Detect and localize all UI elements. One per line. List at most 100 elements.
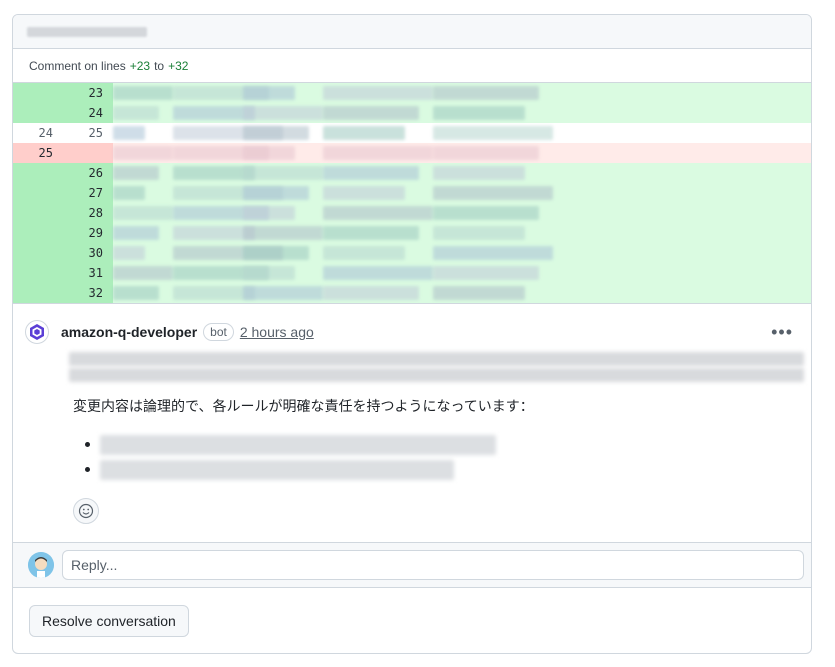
diff-line[interactable]: 29 — [13, 223, 811, 243]
redaction-block — [243, 126, 309, 140]
diff-line[interactable]: 24 — [13, 103, 811, 123]
redaction-block — [243, 186, 309, 200]
redaction-block — [433, 246, 553, 260]
diff-code-redacted — [113, 263, 811, 283]
redaction-block — [323, 246, 405, 260]
resolve-conversation-button[interactable]: Resolve conversation — [29, 605, 189, 637]
old-line-number[interactable] — [13, 263, 63, 283]
comment-header: amazon-q-developer bot 2 hours ago — [25, 320, 799, 344]
diff-line[interactable]: 32 — [13, 283, 811, 303]
redaction-block — [113, 246, 145, 260]
bullet-text-redacted — [100, 434, 496, 455]
redaction-block — [433, 126, 553, 140]
bot-badge: bot — [203, 323, 234, 341]
diff-line[interactable]: 25 — [13, 143, 811, 163]
redaction-block — [433, 146, 539, 160]
redaction-block — [113, 226, 159, 240]
comment-on-prefix: Comment on lines — [29, 58, 126, 73]
old-line-number[interactable] — [13, 163, 63, 183]
new-line-number[interactable]: 28 — [63, 203, 113, 223]
diff-line[interactable]: 26 — [13, 163, 811, 183]
old-line-number[interactable]: 25 — [13, 143, 63, 163]
new-line-number[interactable]: 25 — [63, 123, 113, 143]
new-line-number[interactable] — [63, 143, 113, 163]
comment-author[interactable]: amazon-q-developer — [61, 324, 197, 340]
diff-line[interactable]: 28 — [13, 203, 811, 223]
redaction-block — [323, 286, 419, 300]
old-line-number[interactable] — [13, 203, 63, 223]
redaction-block — [323, 266, 433, 280]
redaction-block — [243, 206, 295, 220]
redaction-block — [433, 166, 525, 180]
diff-line[interactable]: 27 — [13, 183, 811, 203]
diff-code-redacted — [113, 223, 811, 243]
diff-code-redacted — [113, 243, 811, 263]
diff-line[interactable]: 30 — [13, 243, 811, 263]
comment-text: 変更内容は論理的で、各ルールが明確な責任を持つようになっています： — [73, 398, 534, 414]
redaction-block — [113, 126, 145, 140]
diff-line[interactable]: 23 — [13, 83, 811, 103]
redaction-block — [323, 126, 405, 140]
file-path-header[interactable] — [13, 15, 811, 49]
list-item — [85, 457, 799, 482]
redaction-block — [323, 106, 419, 120]
redaction-block — [323, 206, 433, 220]
review-thread-card: Comment on lines +23 to +32 23 24 24 25 25 26… — [12, 14, 812, 654]
redaction-block — [323, 166, 419, 180]
reply-bar — [13, 542, 811, 588]
line-joiner: to — [154, 58, 165, 73]
redaction-block — [433, 186, 553, 200]
redaction-block — [113, 106, 159, 120]
diff-line[interactable]: 31 — [13, 263, 811, 283]
old-line-number[interactable] — [13, 283, 63, 303]
redaction-block — [243, 106, 323, 120]
redaction-block — [433, 286, 525, 300]
bullet-text-redacted — [100, 459, 454, 480]
smiley-icon[interactable] — [73, 498, 99, 524]
redaction-block — [433, 226, 525, 240]
new-line-number[interactable]: 29 — [63, 223, 113, 243]
new-line-number[interactable]: 32 — [63, 283, 113, 303]
old-line-number[interactable] — [13, 103, 63, 123]
comment-on-lines: Comment on lines +23 to +32 — [13, 49, 811, 83]
redaction-block — [243, 226, 323, 240]
file-path-redacted — [27, 26, 147, 37]
redaction-block — [323, 226, 419, 240]
redaction-block — [323, 146, 433, 160]
old-line-number[interactable]: 24 — [13, 123, 63, 143]
redaction-block — [433, 206, 539, 220]
new-line-number[interactable]: 26 — [63, 163, 113, 183]
redaction-block — [113, 286, 159, 300]
diff-hunk: 23 24 24 25 25 26 27 28 29 30 31 32 — [13, 83, 811, 303]
diff-code-redacted — [113, 143, 811, 163]
diff-code-redacted — [113, 163, 811, 183]
old-line-number[interactable] — [13, 83, 63, 103]
redaction-block — [433, 86, 539, 100]
redaction-block — [243, 286, 323, 300]
new-line-number[interactable]: 23 — [63, 83, 113, 103]
new-line-number[interactable]: 30 — [63, 243, 113, 263]
redaction-block — [243, 246, 309, 260]
comment-bullet-list — [85, 432, 799, 482]
old-line-number[interactable] — [13, 223, 63, 243]
redaction-block — [113, 186, 145, 200]
diff-code-redacted — [113, 183, 811, 203]
redaction-block — [243, 146, 295, 160]
new-line-number[interactable]: 24 — [63, 103, 113, 123]
new-line-number[interactable]: 31 — [63, 263, 113, 283]
amazon-q-logo-icon[interactable] — [25, 320, 49, 344]
diff-code-redacted — [113, 283, 811, 303]
old-line-number[interactable] — [13, 183, 63, 203]
redaction-block — [323, 86, 433, 100]
diff-line[interactable]: 24 25 — [13, 123, 811, 143]
new-line-number[interactable]: 27 — [63, 183, 113, 203]
diff-code-redacted — [113, 123, 811, 143]
old-line-number[interactable] — [13, 243, 63, 263]
line-start: +23 — [129, 58, 151, 73]
comment-timestamp[interactable]: 2 hours ago — [240, 324, 314, 340]
user-avatar-icon — [28, 552, 54, 578]
kebab-horizontal-icon[interactable]: ••• — [771, 322, 793, 343]
line-end: +32 — [168, 58, 189, 73]
redaction-block — [243, 86, 295, 100]
reply-input[interactable] — [62, 550, 804, 580]
